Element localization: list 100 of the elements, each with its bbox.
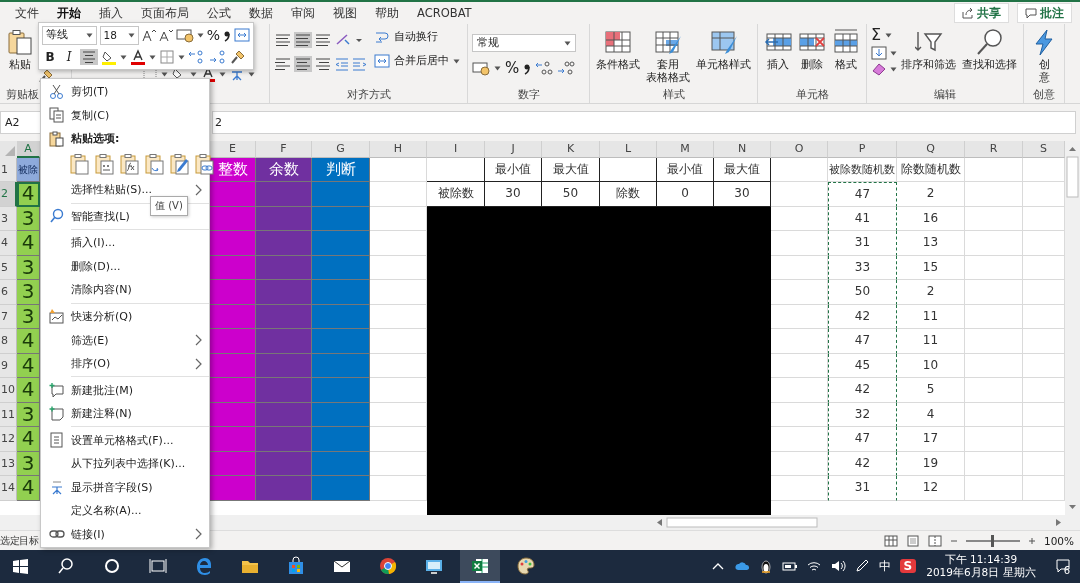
- ribbon-tab[interactable]: 插入: [90, 2, 132, 24]
- font-size-dropdown[interactable]: 18: [99, 25, 139, 45]
- fill-down-icon[interactable]: [871, 46, 887, 60]
- row-header[interactable]: 4: [0, 231, 17, 256]
- format-cells-icon[interactable]: [49, 432, 65, 449]
- menu-item[interactable]: 删除(D)...: [41, 254, 209, 279]
- align-bottom-icon[interactable]: [314, 32, 332, 48]
- spreadsheet-icon[interactable]: [460, 550, 500, 583]
- cell-style-icon[interactable]: [709, 28, 738, 56]
- menu-item[interactable]: 清除内容(N): [41, 278, 209, 302]
- number-format-dropdown[interactable]: 常规: [472, 34, 576, 52]
- menu-item[interactable]: 剪切(T): [41, 80, 209, 104]
- caret-icon[interactable]: [564, 40, 571, 46]
- merge-icon[interactable]: [234, 28, 250, 42]
- conditional-format-icon[interactable]: [604, 28, 632, 56]
- row-header[interactable]: 8: [0, 329, 17, 354]
- caret-icon[interactable]: [149, 54, 156, 60]
- ribbon-button[interactable]: 查找和选择: [960, 26, 1019, 73]
- chevron-right-icon[interactable]: [195, 357, 203, 370]
- decrease-decimal-icon[interactable]: [557, 60, 576, 76]
- ribbon-button[interactable]: 插入: [762, 26, 794, 73]
- ribbon-tab[interactable]: 开始: [48, 2, 90, 24]
- zoom-level[interactable]: 100%: [1043, 534, 1074, 547]
- scissors-icon[interactable]: [49, 83, 65, 100]
- ribbon-button[interactable]: 排序和筛选: [899, 26, 958, 73]
- table-format-icon[interactable]: [654, 28, 682, 56]
- menu-item[interactable]: 筛选(E): [41, 328, 209, 352]
- ribbon-tab[interactable]: 文件: [6, 2, 48, 24]
- menu-item[interactable]: 设置单元格格式(F)...: [41, 428, 209, 452]
- ribbon-tab[interactable]: 页面布局: [132, 2, 198, 24]
- caret-icon[interactable]: [453, 58, 460, 64]
- transpose-icon[interactable]: [144, 153, 166, 176]
- ribbon-button[interactable]: 单元格样式: [694, 26, 753, 73]
- font-color-icon[interactable]: [130, 49, 146, 65]
- font-name-dropdown[interactable]: 等线: [42, 25, 97, 45]
- row-header[interactable]: 13: [0, 451, 17, 477]
- menu-item[interactable]: 从下拉列表中选择(K)...: [41, 451, 209, 476]
- caret-icon[interactable]: [85, 32, 93, 38]
- caret-icon[interactable]: [120, 54, 127, 60]
- eraser-icon[interactable]: [871, 62, 887, 76]
- paste-formulas-icon[interactable]: [119, 153, 141, 176]
- percent-button[interactable]: %: [505, 60, 520, 76]
- align-right-icon[interactable]: [314, 56, 332, 72]
- caret-icon[interactable]: [178, 54, 185, 60]
- quick-analysis-icon[interactable]: [49, 308, 65, 325]
- align-center-icon[interactable]: [294, 56, 312, 72]
- menu-item[interactable]: 定义名称(A)...: [41, 498, 209, 523]
- chevron-right-icon[interactable]: [195, 183, 203, 196]
- row-header[interactable]: 9: [0, 353, 17, 379]
- italic-button[interactable]: I: [61, 50, 77, 64]
- ribbon-button[interactable]: 删除: [796, 26, 828, 73]
- row-header[interactable]: 2: [0, 182, 17, 207]
- currency-icon[interactable]: [472, 60, 490, 76]
- ribbon-tab[interactable]: ACROBAT: [408, 2, 481, 24]
- ribbon-button[interactable]: 条件格式: [594, 26, 642, 73]
- row-header[interactable]: 10: [0, 378, 17, 403]
- row-header[interactable]: 11: [0, 402, 17, 428]
- paste-values-icon[interactable]: [94, 153, 116, 176]
- paste-icon[interactable]: [6, 28, 34, 56]
- menu-item[interactable]: 新建批注(M): [41, 378, 209, 402]
- ribbon-tab[interactable]: 公式: [198, 2, 240, 24]
- row-header[interactable]: 6: [0, 280, 17, 305]
- page-break-icon[interactable]: [927, 534, 942, 547]
- page-layout-icon[interactable]: [905, 534, 920, 547]
- normal-view-icon[interactable]: [883, 534, 898, 547]
- formula-field[interactable]: 2: [212, 110, 1076, 134]
- notification-button[interactable]: 6: [1045, 557, 1080, 576]
- fill-color-icon[interactable]: [101, 49, 117, 65]
- paste-formatting-icon[interactable]: [169, 153, 191, 176]
- search-icon[interactable]: [975, 28, 1004, 56]
- copy-icon[interactable]: [49, 107, 65, 124]
- merge-icon[interactable]: [374, 54, 390, 68]
- row-header[interactable]: 1: [0, 157, 17, 183]
- ribbon-button[interactable]: 粘贴: [4, 26, 36, 73]
- input-method-button[interactable]: 中: [873, 558, 896, 575]
- speech-bubble-icon[interactable]: [1055, 559, 1070, 574]
- align-left-icon[interactable]: [274, 56, 292, 72]
- shrink-font-icon[interactable]: [158, 28, 173, 42]
- ribbon-button[interactable]: 套用 表格格式: [644, 26, 692, 86]
- comment-icon[interactable]: [1025, 7, 1037, 19]
- menu-item[interactable]: 显示拼音字段(S): [41, 475, 209, 499]
- merge-center-button[interactable]: 合并后居中: [374, 54, 460, 68]
- phonetic-icon[interactable]: [49, 479, 65, 496]
- menu-item[interactable]: 插入(I)...: [41, 231, 209, 255]
- share-icon[interactable]: [962, 7, 974, 19]
- menu-item[interactable]: 快速分析(Q): [41, 304, 209, 329]
- caret-icon[interactable]: [890, 50, 897, 56]
- percent-button[interactable]: %: [206, 27, 220, 43]
- align-center-icon[interactable]: [80, 49, 98, 65]
- share-button[interactable]: 共享: [954, 3, 1009, 23]
- ribbon-button[interactable]: 创 意: [1028, 26, 1060, 86]
- row-header[interactable]: 5: [0, 255, 17, 281]
- clock-time[interactable]: 下午 11:14:39: [944, 553, 1018, 567]
- menu-item[interactable]: 复制(C): [41, 103, 209, 128]
- comment-icon[interactable]: [49, 382, 65, 399]
- currency-icon[interactable]: [175, 27, 194, 43]
- ribbon-tab[interactable]: 数据: [240, 2, 282, 24]
- paste-link-icon[interactable]: [194, 153, 216, 176]
- format-cells-icon[interactable]: [832, 28, 860, 56]
- note-icon[interactable]: [49, 405, 65, 422]
